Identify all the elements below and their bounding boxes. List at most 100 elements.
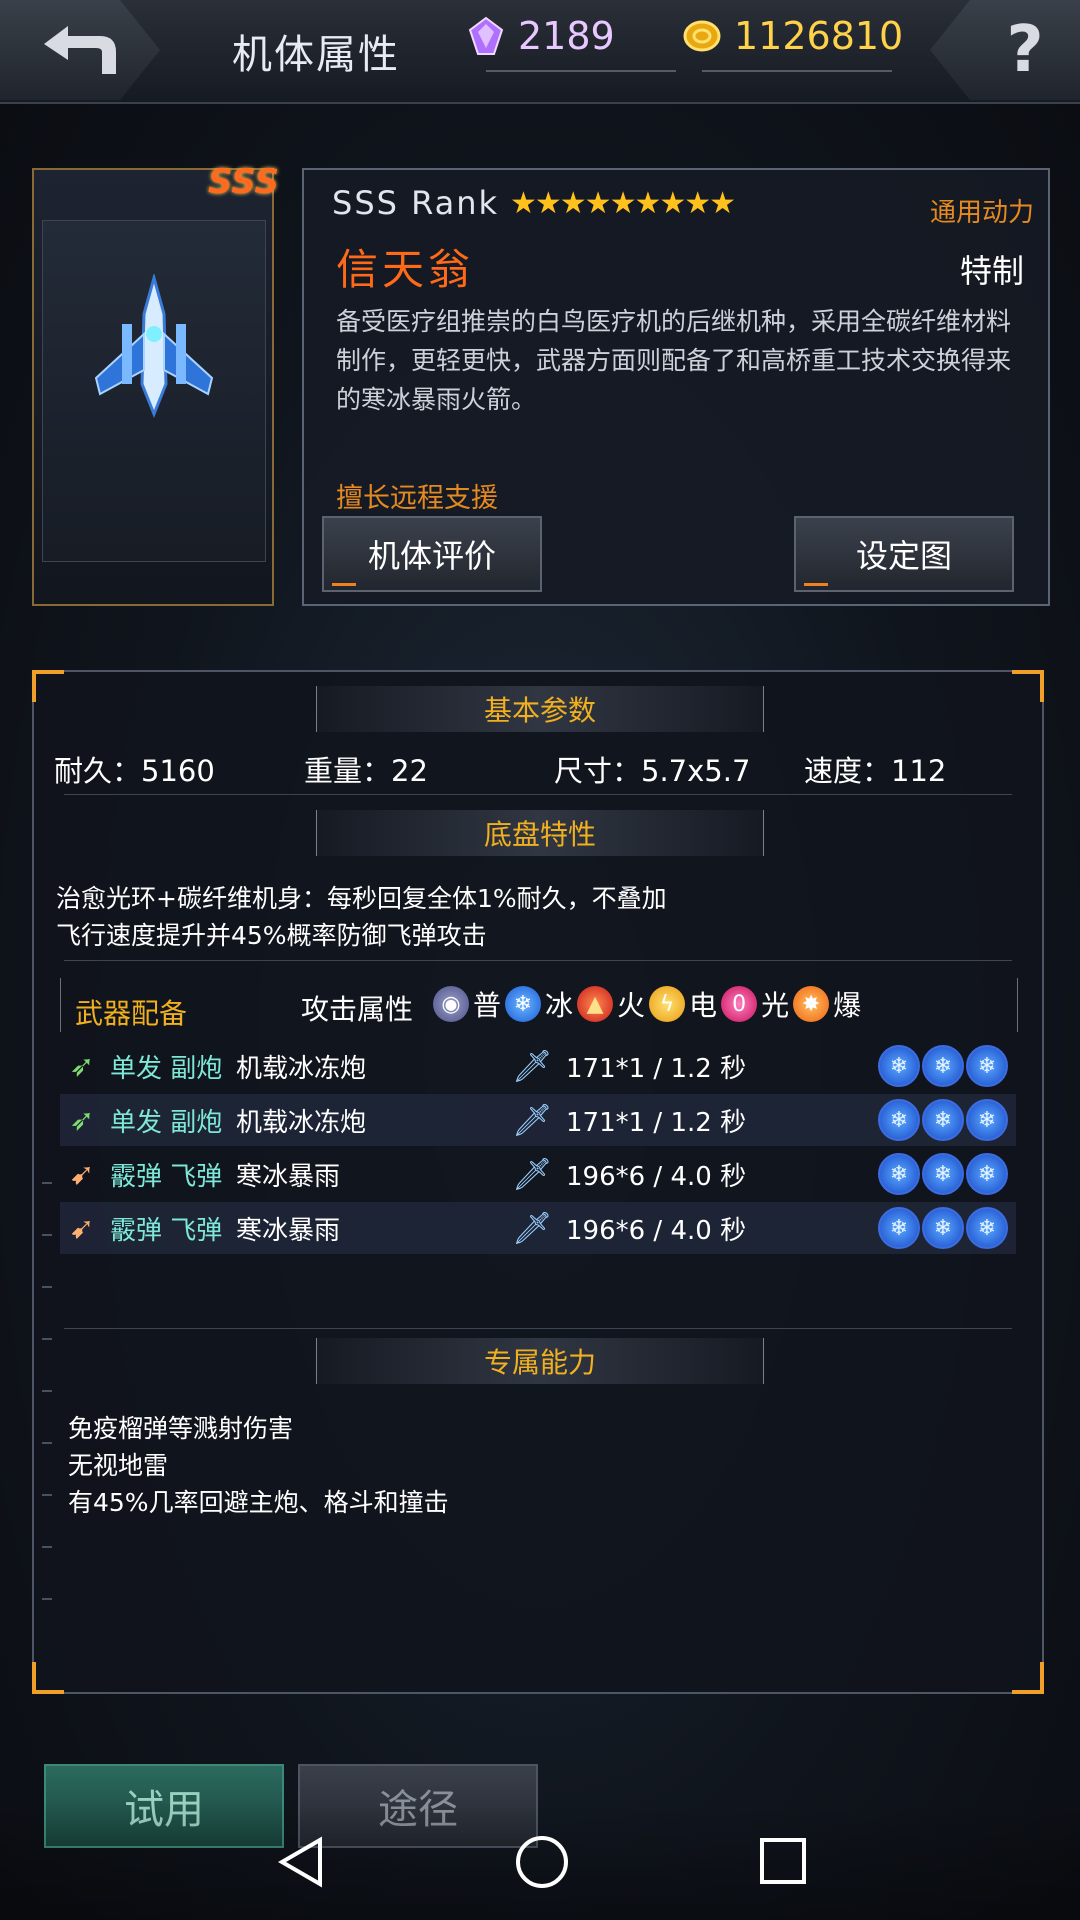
weapon-row[interactable]: ➶ 单发 副炮 机载冰冻炮 🗡 171*1 / 1.2 秒 ❄ ❄ ❄ [60, 1040, 1016, 1092]
ice-slot-icon: ❄ [966, 1099, 1008, 1141]
element-slots: ❄ ❄ ❄ [878, 1099, 1010, 1141]
top-bar: 机体属性 2189 1126810 ? [0, 0, 1080, 104]
basic-params-heading: 基本参数 [316, 686, 764, 732]
stat-speed: 速度：112 [804, 754, 947, 788]
chassis-line-2: 飞行速度提升并45%概率防御飞弹攻击 [56, 921, 487, 950]
design-sketch-button[interactable]: 设定图 [794, 516, 1014, 592]
ability-item: 有45%几率回避主炮、格斗和撞击 [68, 1488, 449, 1517]
weapon-name: 机载冰冻炮 [236, 1053, 367, 1084]
weapon-type: 单发 副炮 [110, 1053, 223, 1084]
stat-weight: 重量：22 [304, 754, 428, 788]
element-normal: ◉ 普 [433, 984, 501, 1024]
weapons-header: 武器配备 攻击属性 ◉ 普 ❄ 冰 ▲ 火 ϟ电 0光 ✸ 爆 [60, 978, 1018, 1032]
element-electric: ϟ电 [649, 984, 717, 1024]
weapon-row[interactable]: ➹ 霰弹 飞弹 寒冰暴雨 🗡 196*6 / 4.0 秒 ❄ ❄ ❄ [60, 1148, 1016, 1200]
nav-recents-icon[interactable] [760, 1838, 806, 1884]
gold-counter: 1126810 [682, 14, 904, 72]
gold-coin-icon [683, 20, 721, 52]
element-legend: ◉ 普 ❄ 冰 ▲ 火 ϟ电 0光 ✸ 爆 [433, 984, 865, 1024]
element-light: 0光 [721, 984, 789, 1024]
light-orb-icon: 0 [721, 986, 758, 1022]
ability-item: 免疫榴弹等溅射伤害 [68, 1414, 294, 1443]
weapon-type: 霰弹 飞弹 [110, 1161, 223, 1192]
ice-slot-icon: ❄ [922, 1099, 964, 1141]
sword-icon: 🗡 [512, 1209, 553, 1247]
side-ruler [42, 1182, 52, 1602]
weapon-type: 霰弹 飞弹 [110, 1215, 223, 1246]
star-rating: ★★★★★★★★★ [510, 186, 736, 221]
exclusive-abilities-heading: 专属能力 [316, 1338, 764, 1384]
fire-orb-icon: ▲ [577, 986, 614, 1022]
unit-description: 备受医疗组推崇的白鸟医疗机的后继机种，采用全碳纤维材料制作，更轻更快，武器方面则… [336, 307, 1012, 414]
gem-icon [468, 16, 504, 55]
sword-icon: 🗡 [512, 1047, 553, 1085]
aircraft-icon [94, 274, 214, 419]
missile-icon: ➹ [69, 1210, 95, 1246]
gold-amount: 1126810 [734, 14, 904, 58]
weapon-name: 机载冰冻炮 [236, 1107, 367, 1138]
weapon-damage: 196*6 / 4.0 秒 [566, 1215, 747, 1246]
element-slots: ❄ ❄ ❄ [878, 1153, 1010, 1195]
rank-badge: SSS [208, 162, 280, 202]
ice-slot-icon: ❄ [878, 1099, 920, 1141]
abilities-list: 免疫榴弹等溅射伤害 无视地雷 有45%几率回避主炮、格斗和撞击 [68, 1410, 449, 1521]
page-title: 机体属性 [232, 32, 400, 78]
question-mark-icon: ? [1006, 13, 1044, 87]
element-slots: ❄ ❄ ❄ [878, 1207, 1010, 1249]
ice-slot-icon: ❄ [878, 1207, 920, 1249]
cannon-icon: ➶ [69, 1048, 95, 1084]
weapon-row[interactable]: ➹ 霰弹 飞弹 寒冰暴雨 🗡 196*6 / 4.0 秒 ❄ ❄ ❄ [60, 1202, 1016, 1254]
weapon-row[interactable]: ➶ 单发 副炮 机载冰冻炮 🗡 171*1 / 1.2 秒 ❄ ❄ ❄ [60, 1094, 1016, 1146]
element-slots: ❄ ❄ ❄ [878, 1045, 1010, 1087]
rank-label: SSS Rank [332, 184, 500, 222]
normal-orb-icon: ◉ [433, 986, 469, 1022]
power-type-label: 通用动力 [929, 198, 1034, 228]
unit-name: 信天翁 [336, 245, 475, 294]
chassis-line-1: 治愈光环+碳纤维机身：每秒回复全体1%耐久，不叠加 [56, 884, 667, 913]
cannon-icon: ➶ [69, 1102, 95, 1138]
ice-slot-icon: ❄ [922, 1045, 964, 1087]
ice-slot-icon: ❄ [922, 1153, 964, 1195]
sword-icon: 🗡 [512, 1101, 553, 1139]
weapon-name: 寒冰暴雨 [236, 1215, 341, 1246]
help-button[interactable]: ? [930, 0, 1080, 100]
missile-icon: ➹ [69, 1156, 95, 1192]
weapon-damage: 196*6 / 4.0 秒 [566, 1161, 747, 1192]
gem-counter: 2189 [466, 14, 676, 72]
weapons-heading: 武器配备 [75, 997, 188, 1030]
ice-orb-icon: ❄ [505, 986, 542, 1022]
chassis-heading: 底盘特性 [316, 810, 764, 856]
unit-portrait-card: SSS [32, 162, 279, 606]
ice-slot-icon: ❄ [966, 1153, 1008, 1195]
unit-review-button[interactable]: 机体评价 [322, 516, 542, 592]
nav-back-icon[interactable] [276, 1836, 324, 1888]
weapon-type: 单发 副炮 [110, 1107, 223, 1138]
ice-slot-icon: ❄ [966, 1045, 1008, 1087]
ability-item: 无视地雷 [68, 1451, 169, 1480]
ice-slot-icon: ❄ [878, 1045, 920, 1087]
element-explosive: ✸ 爆 [793, 984, 861, 1024]
attributes-panel: 基本参数 耐久：5160 重量：22 尺寸：5.7x5.7 速度：112 底盘特… [32, 670, 1044, 1694]
weapon-damage: 171*1 / 1.2 秒 [566, 1107, 747, 1138]
unit-info-card: SSS Rank ★★★★★★★★★ 通用动力 信天翁 特制 备受医疗组推崇的白… [302, 168, 1050, 606]
system-nav-bar [0, 1802, 1080, 1920]
element-fire: ▲ 火 [577, 984, 645, 1024]
weapon-damage: 171*1 / 1.2 秒 [566, 1053, 747, 1084]
back-button[interactable] [0, 0, 160, 100]
unit-specialty: 擅长远程支援 [336, 483, 498, 514]
nav-home-icon[interactable] [516, 1836, 568, 1888]
ice-slot-icon: ❄ [966, 1207, 1008, 1249]
electric-orb-icon: ϟ [649, 986, 686, 1022]
explosive-orb-icon: ✸ [793, 986, 830, 1022]
ice-slot-icon: ❄ [922, 1207, 964, 1249]
sword-icon: 🗡 [512, 1155, 553, 1193]
back-arrow-icon [44, 26, 116, 74]
stat-durability: 耐久：5160 [54, 754, 215, 788]
unit-tag: 特制 [959, 252, 1024, 290]
weapon-name: 寒冰暴雨 [236, 1161, 341, 1192]
element-ice: ❄ 冰 [505, 984, 573, 1024]
chassis-traits: 治愈光环+碳纤维机身：每秒回复全体1%耐久，不叠加 飞行速度提升并45%概率防御… [56, 880, 667, 954]
gem-amount: 2189 [518, 14, 615, 58]
stat-size: 尺寸：5.7x5.7 [554, 754, 751, 788]
attack-attribute-label: 攻击属性 [301, 993, 414, 1026]
